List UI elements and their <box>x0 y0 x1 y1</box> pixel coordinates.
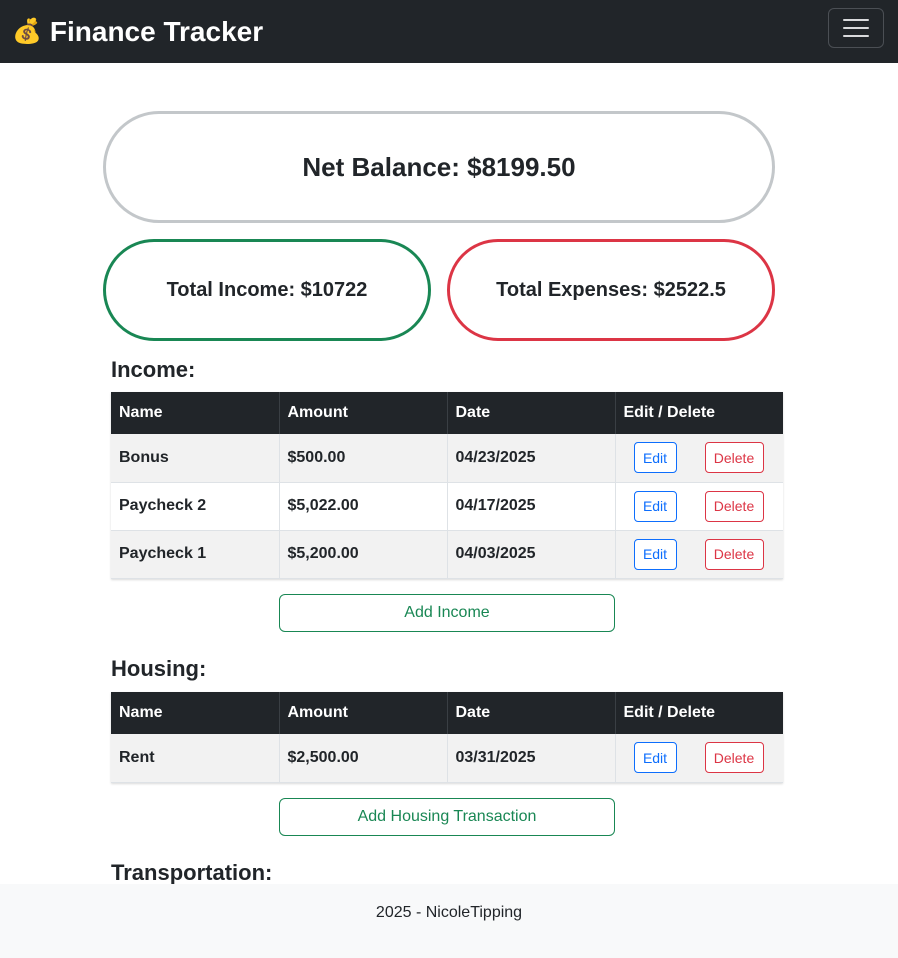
edit-button[interactable]: Edit <box>633 538 677 570</box>
cell-amount: $5,200.00 <box>279 530 448 579</box>
total-income-card: Total Income: $10722 <box>103 239 431 341</box>
column-header-date: Date <box>447 392 616 434</box>
column-header-amount: Amount <box>279 692 448 734</box>
housing-section-title: Housing: <box>111 656 207 681</box>
cell-name: Paycheck 2 <box>111 482 280 531</box>
hamburger-menu-icon-bar <box>843 35 869 37</box>
footer-text: 2025 - NicoleTipping <box>375 904 523 921</box>
net-balance-card: Net Balance: $8199.50 <box>103 111 775 223</box>
delete-button[interactable]: Delete <box>704 538 764 570</box>
money-bag-icon: 💰 <box>12 18 42 45</box>
cell-actions: Edit Delete <box>615 434 783 483</box>
table-row: Paycheck 2 $5,022.00 04/17/2025 Edit Del… <box>111 482 783 531</box>
table-row: Rent $2,500.00 03/31/2025 Edit Delete <box>111 734 783 783</box>
footer: 2025 - NicoleTipping <box>0 884 898 958</box>
navbar-toggle-button[interactable] <box>828 8 884 48</box>
column-header-actions: Edit / Delete <box>615 692 783 734</box>
cell-actions: Edit Delete <box>615 734 783 783</box>
cell-date: 03/31/2025 <box>447 734 616 783</box>
transportation-section-title: Transportation: <box>111 860 273 885</box>
edit-button[interactable]: Edit <box>633 742 677 773</box>
edit-button[interactable]: Edit <box>633 442 677 473</box>
total-expenses-text: Total Expenses: $2522.5 <box>496 278 726 301</box>
navbar: 💰 Finance Tracker <box>0 0 898 63</box>
delete-button[interactable]: Delete <box>704 442 764 473</box>
add-income-button[interactable]: Add Income <box>279 594 615 632</box>
hamburger-menu-icon-bar <box>843 27 869 29</box>
table-header-row: Name Amount Date Edit / Delete <box>111 392 783 434</box>
cell-amount: $5,022.00 <box>279 482 448 531</box>
cell-name: Bonus <box>111 434 280 483</box>
column-header-date: Date <box>447 692 616 734</box>
delete-button[interactable]: Delete <box>704 490 764 522</box>
income-section-title: Income: <box>111 357 196 382</box>
column-header-amount: Amount <box>279 392 448 434</box>
net-balance-text: Net Balance: $8199.50 <box>302 151 576 182</box>
cell-actions: Edit Delete <box>615 482 783 531</box>
total-expenses-card: Total Expenses: $2522.5 <box>447 239 775 341</box>
total-income-text: Total Income: $10722 <box>166 278 368 301</box>
table-header-row: Name Amount Date Edit / Delete <box>111 692 783 734</box>
column-header-name: Name <box>111 692 280 734</box>
table-row: Paycheck 1 $5,200.00 04/03/2025 Edit Del… <box>111 530 783 579</box>
column-header-name: Name <box>111 392 280 434</box>
cell-date: 04/17/2025 <box>447 482 616 531</box>
hamburger-menu-icon <box>843 19 869 21</box>
cell-actions: Edit Delete <box>615 530 783 579</box>
table-row: Bonus $500.00 04/23/2025 Edit Delete <box>111 434 783 483</box>
delete-button[interactable]: Delete <box>704 742 764 773</box>
cell-name: Paycheck 1 <box>111 530 280 579</box>
cell-date: 04/23/2025 <box>447 434 616 483</box>
cell-date: 04/03/2025 <box>447 530 616 579</box>
column-header-actions: Edit / Delete <box>615 392 783 434</box>
add-housing-transaction-button[interactable]: Add Housing Transaction <box>279 798 615 836</box>
income-table: Name Amount Date Edit / Delete Bonus $50… <box>111 392 783 579</box>
cell-amount: $2,500.00 <box>279 734 448 783</box>
cell-name: Rent <box>111 734 280 783</box>
brand-link[interactable]: 💰 Finance Tracker <box>12 16 263 48</box>
brand-title: Finance Tracker <box>49 15 264 47</box>
edit-button[interactable]: Edit <box>633 490 677 522</box>
housing-table: Name Amount Date Edit / Delete Rent $2,5… <box>111 692 783 783</box>
cell-amount: $500.00 <box>279 434 448 483</box>
